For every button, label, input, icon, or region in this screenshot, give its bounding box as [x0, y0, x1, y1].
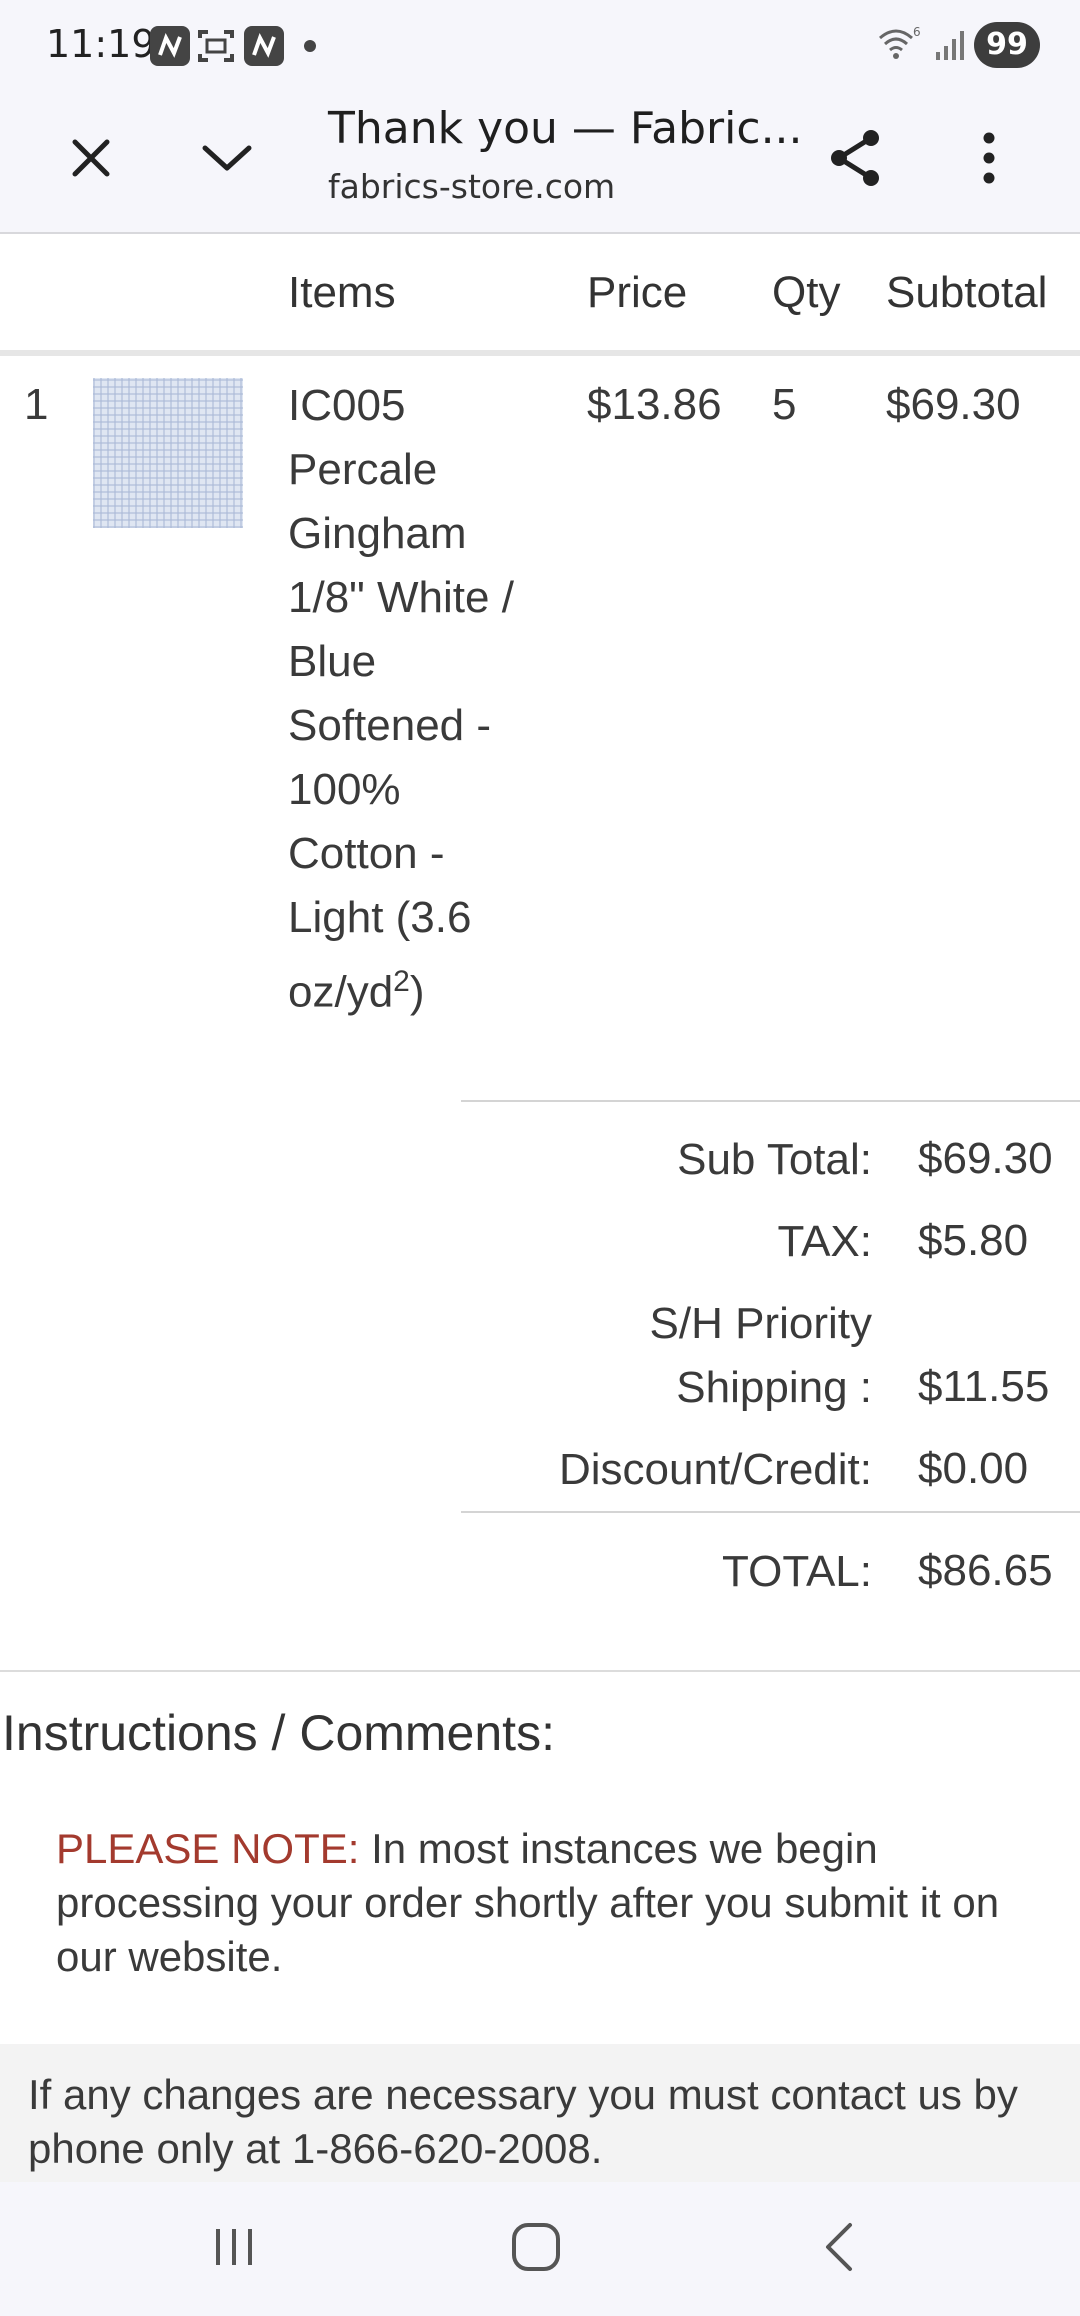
recent-apps-icon	[210, 2225, 258, 2274]
home-icon	[510, 2221, 562, 2278]
total-value: $86.65	[918, 1546, 1053, 1595]
tax-value: $5.80	[918, 1216, 1029, 1265]
desc-line: IC005	[288, 381, 406, 430]
totals-divider	[461, 1100, 1080, 1102]
custom-tab-toolbar: Thank you — Fabric... fabrics-store.com	[0, 95, 1080, 234]
desc-line: Percale	[288, 445, 438, 494]
status-bar: 11:19 6 99	[0, 0, 1080, 95]
minimize-button[interactable]	[182, 115, 272, 205]
desc-line: Gingham	[288, 509, 467, 558]
back-icon	[820, 2221, 856, 2278]
row-number: 1	[24, 380, 49, 429]
page-title: Thank you — Fabric...	[328, 103, 803, 154]
page-url: fabrics-store.com	[328, 167, 616, 206]
system-nav-bar	[0, 2182, 1080, 2316]
item-qty: 5	[772, 380, 797, 429]
header-qty: Qty	[772, 268, 841, 317]
please-note: PLEASE NOTE: In most instances we begin …	[56, 1822, 1016, 1984]
close-icon	[69, 136, 113, 185]
desc-line: Cotton -	[288, 829, 445, 878]
desc-line-last: oz/yd2)	[288, 950, 558, 1025]
phone-notice-text: If any changes are necessary you must co…	[28, 2071, 1018, 2172]
more-vert-icon	[981, 132, 997, 189]
more-options-button[interactable]	[944, 115, 1034, 205]
share-button[interactable]	[810, 115, 900, 205]
back-button[interactable]	[798, 2214, 878, 2284]
wifi-6-icon: 6	[876, 24, 922, 64]
product-thumbnail[interactable]	[93, 378, 243, 528]
screenshot-icon	[196, 26, 236, 66]
note-prefix: PLEASE NOTE:	[56, 1825, 360, 1872]
desc-line: 100%	[288, 765, 401, 814]
battery-badge: 99	[974, 22, 1040, 68]
desc-superscript: 2	[393, 965, 410, 998]
status-time: 11:19	[46, 22, 156, 66]
notification-n-icon	[244, 26, 284, 66]
web-content: Items Price Qty Subtotal 1 IC005 Percale…	[0, 234, 1080, 2182]
item-subtotal: $69.30	[886, 380, 1021, 429]
item-description[interactable]: IC005 Percale Gingham 1/8" White / Blue …	[288, 374, 558, 1025]
discount-label: Discount/Credit:	[558, 1445, 872, 1494]
svg-text:6: 6	[913, 25, 921, 39]
tax-label: TAX:	[777, 1217, 872, 1266]
header-items: Items	[288, 268, 396, 317]
instructions-title: Instructions / Comments:	[2, 1705, 555, 1761]
header-price: Price	[587, 268, 688, 317]
discount-value: $0.00	[918, 1444, 1029, 1493]
phone-notice: If any changes are necessary you must co…	[0, 2044, 1080, 2182]
dot-icon	[304, 40, 316, 52]
desc-line: Blue	[288, 637, 377, 686]
total-divider	[461, 1511, 1080, 1513]
section-divider	[0, 1670, 1080, 1672]
desc-close-paren: )	[409, 967, 425, 1017]
subtotal-value: $69.30	[918, 1134, 1053, 1183]
notification-n-icon	[150, 26, 190, 66]
signal-icon	[934, 28, 968, 62]
table-header: Items Price Qty Subtotal	[0, 234, 1080, 356]
shipping-label-line: S/H Priority	[649, 1299, 872, 1348]
subtotal-label: Sub Total:	[677, 1135, 872, 1184]
home-button[interactable]	[496, 2214, 576, 2284]
shipping-label-line: Shipping :	[676, 1363, 872, 1412]
item-price: $13.86	[587, 380, 722, 429]
chevron-down-icon	[201, 142, 253, 179]
shipping-value: $11.55	[918, 1362, 1050, 1411]
shipping-label: S/H Priority Shipping :	[650, 1292, 872, 1420]
header-subtotal: Subtotal	[886, 268, 1048, 317]
total-label: TOTAL:	[722, 1547, 872, 1596]
desc-line: Softened -	[288, 701, 492, 750]
desc-unit: oz/yd	[288, 967, 394, 1017]
desc-line: 1/8" White /	[288, 573, 514, 622]
desc-line: Light (3.6	[288, 893, 472, 942]
close-button[interactable]	[46, 115, 136, 205]
recent-apps-button[interactable]	[194, 2214, 274, 2284]
share-icon	[827, 128, 883, 193]
